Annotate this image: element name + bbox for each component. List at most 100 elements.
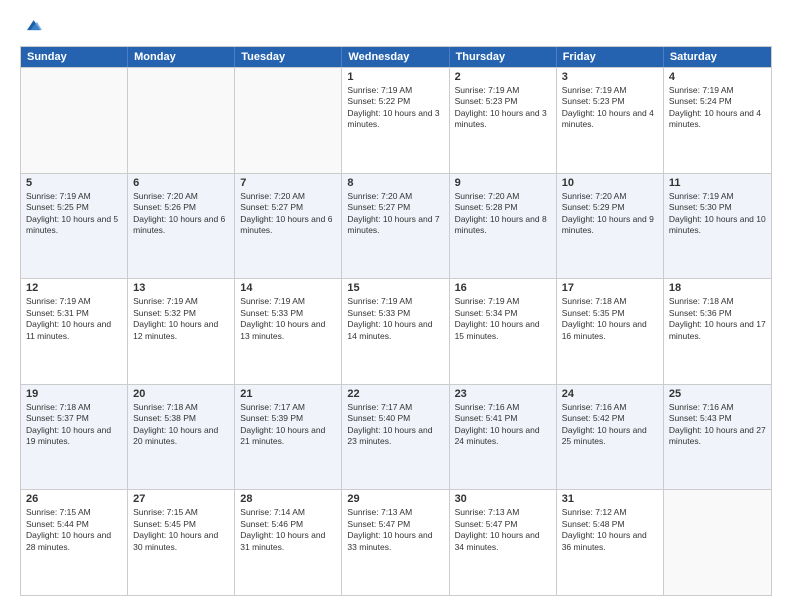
day-number: 5	[26, 177, 122, 189]
cell-info: Sunrise: 7:20 AM Sunset: 5:27 PM Dayligh…	[347, 191, 443, 237]
day-number: 9	[455, 177, 551, 189]
day-number: 22	[347, 388, 443, 400]
day-number: 31	[562, 493, 658, 505]
cell-info: Sunrise: 7:16 AM Sunset: 5:41 PM Dayligh…	[455, 402, 551, 448]
cell-info: Sunrise: 7:15 AM Sunset: 5:44 PM Dayligh…	[26, 507, 122, 553]
calendar-cell-3-0: 19 Sunrise: 7:18 AM Sunset: 5:37 PM Dayli…	[21, 385, 128, 490]
calendar-cell-1-2: 7 Sunrise: 7:20 AM Sunset: 5:27 PM Daylig…	[235, 174, 342, 279]
calendar-cell-4-4: 30Sunrise: 7:13 AM Sunset: 5:47 PM Dayli…	[450, 490, 557, 595]
cell-info: Sunrise: 7:14 AM Sunset: 5:46 PM Dayligh…	[240, 507, 336, 553]
calendar-cell-0-4: 2 Sunrise: 7:19 AM Sunset: 5:23 PM Daylig…	[450, 68, 557, 173]
calendar-cell-3-5: 24Sunrise: 7:16 AM Sunset: 5:42 PM Dayli…	[557, 385, 664, 490]
day-number: 25	[669, 388, 766, 400]
cell-info: Sunrise: 7:19 AM Sunset: 5:30 PM Dayligh…	[669, 191, 766, 237]
day-number: 29	[347, 493, 443, 505]
day-number: 28	[240, 493, 336, 505]
cell-info: Sunrise: 7:18 AM Sunset: 5:36 PM Dayligh…	[669, 296, 766, 342]
calendar-cell-4-3: 29 Sunrise: 7:13 AM Sunset: 5:47 PM Dayli…	[342, 490, 449, 595]
header	[20, 16, 772, 36]
logo	[20, 16, 42, 36]
calendar-cell-0-5: 3Sunrise: 7:19 AM Sunset: 5:23 PM Daylig…	[557, 68, 664, 173]
header-day-tuesday: Tuesday	[235, 47, 342, 67]
calendar-cell-1-4: 9 Sunrise: 7:20 AM Sunset: 5:28 PM Daylig…	[450, 174, 557, 279]
header-day-wednesday: Wednesday	[342, 47, 449, 67]
calendar-cell-1-1: 6Sunrise: 7:20 AM Sunset: 5:26 PM Daylig…	[128, 174, 235, 279]
calendar-cell-4-5: 31Sunrise: 7:12 AM Sunset: 5:48 PM Dayli…	[557, 490, 664, 595]
day-number: 18	[669, 282, 766, 294]
day-number: 16	[455, 282, 551, 294]
cell-info: Sunrise: 7:18 AM Sunset: 5:37 PM Dayligh…	[26, 402, 122, 448]
cell-info: Sunrise: 7:16 AM Sunset: 5:42 PM Dayligh…	[562, 402, 658, 448]
day-number: 17	[562, 282, 658, 294]
header-day-friday: Friday	[557, 47, 664, 67]
calendar-cell-2-5: 17 Sunrise: 7:18 AM Sunset: 5:35 PM Dayli…	[557, 279, 664, 384]
cell-info: Sunrise: 7:19 AM Sunset: 5:22 PM Dayligh…	[347, 85, 443, 131]
calendar-cell-0-0	[21, 68, 128, 173]
day-number: 14	[240, 282, 336, 294]
day-number: 3	[562, 71, 658, 83]
day-number: 23	[455, 388, 551, 400]
day-number: 30	[455, 493, 551, 505]
cell-info: Sunrise: 7:20 AM Sunset: 5:27 PM Dayligh…	[240, 191, 336, 237]
header-day-saturday: Saturday	[664, 47, 771, 67]
day-number: 20	[133, 388, 229, 400]
calendar-cell-0-1	[128, 68, 235, 173]
cell-info: Sunrise: 7:19 AM Sunset: 5:33 PM Dayligh…	[347, 296, 443, 342]
cell-info: Sunrise: 7:16 AM Sunset: 5:43 PM Dayligh…	[669, 402, 766, 448]
calendar-cell-4-0: 26 Sunrise: 7:15 AM Sunset: 5:44 PM Dayli…	[21, 490, 128, 595]
day-number: 7	[240, 177, 336, 189]
calendar-cell-2-3: 15 Sunrise: 7:19 AM Sunset: 5:33 PM Dayli…	[342, 279, 449, 384]
calendar-row-1: 5Sunrise: 7:19 AM Sunset: 5:25 PM Daylig…	[21, 173, 771, 279]
calendar: SundayMondayTuesdayWednesdayThursdayFrid…	[20, 46, 772, 596]
calendar-cell-3-4: 23 Sunrise: 7:16 AM Sunset: 5:41 PM Dayli…	[450, 385, 557, 490]
calendar-row-0: 1 Sunrise: 7:19 AM Sunset: 5:22 PM Daylig…	[21, 67, 771, 173]
day-number: 2	[455, 71, 551, 83]
calendar-cell-0-2	[235, 68, 342, 173]
calendar-cell-1-6: 11 Sunrise: 7:19 AM Sunset: 5:30 PM Dayli…	[664, 174, 771, 279]
calendar-cell-1-5: 10Sunrise: 7:20 AM Sunset: 5:29 PM Dayli…	[557, 174, 664, 279]
cell-info: Sunrise: 7:19 AM Sunset: 5:34 PM Dayligh…	[455, 296, 551, 342]
calendar-cell-0-3: 1 Sunrise: 7:19 AM Sunset: 5:22 PM Daylig…	[342, 68, 449, 173]
day-number: 10	[562, 177, 658, 189]
calendar-cell-2-1: 13Sunrise: 7:19 AM Sunset: 5:32 PM Dayli…	[128, 279, 235, 384]
day-number: 13	[133, 282, 229, 294]
day-number: 11	[669, 177, 766, 189]
calendar-cell-4-1: 27Sunrise: 7:15 AM Sunset: 5:45 PM Dayli…	[128, 490, 235, 595]
calendar-cell-4-6	[664, 490, 771, 595]
calendar-row-2: 12 Sunrise: 7:19 AM Sunset: 5:31 PM Dayli…	[21, 278, 771, 384]
calendar-cell-2-4: 16 Sunrise: 7:19 AM Sunset: 5:34 PM Dayli…	[450, 279, 557, 384]
cell-info: Sunrise: 7:19 AM Sunset: 5:31 PM Dayligh…	[26, 296, 122, 342]
day-number: 26	[26, 493, 122, 505]
cell-info: Sunrise: 7:20 AM Sunset: 5:28 PM Dayligh…	[455, 191, 551, 237]
cell-info: Sunrise: 7:13 AM Sunset: 5:47 PM Dayligh…	[347, 507, 443, 553]
day-number: 1	[347, 71, 443, 83]
day-number: 19	[26, 388, 122, 400]
calendar-cell-3-6: 25 Sunrise: 7:16 AM Sunset: 5:43 PM Dayli…	[664, 385, 771, 490]
cell-info: Sunrise: 7:19 AM Sunset: 5:24 PM Dayligh…	[669, 85, 766, 131]
calendar-cell-1-0: 5Sunrise: 7:19 AM Sunset: 5:25 PM Daylig…	[21, 174, 128, 279]
day-number: 4	[669, 71, 766, 83]
day-number: 15	[347, 282, 443, 294]
calendar-cell-3-1: 20 Sunrise: 7:18 AM Sunset: 5:38 PM Dayli…	[128, 385, 235, 490]
calendar-body: 1 Sunrise: 7:19 AM Sunset: 5:22 PM Daylig…	[21, 67, 771, 595]
cell-info: Sunrise: 7:18 AM Sunset: 5:35 PM Dayligh…	[562, 296, 658, 342]
logo-icon	[22, 16, 42, 36]
day-number: 6	[133, 177, 229, 189]
calendar-row-3: 19 Sunrise: 7:18 AM Sunset: 5:37 PM Dayli…	[21, 384, 771, 490]
calendar-cell-2-6: 18 Sunrise: 7:18 AM Sunset: 5:36 PM Dayli…	[664, 279, 771, 384]
calendar-cell-2-0: 12 Sunrise: 7:19 AM Sunset: 5:31 PM Dayli…	[21, 279, 128, 384]
cell-info: Sunrise: 7:17 AM Sunset: 5:40 PM Dayligh…	[347, 402, 443, 448]
calendar-row-4: 26 Sunrise: 7:15 AM Sunset: 5:44 PM Dayli…	[21, 489, 771, 595]
cell-info: Sunrise: 7:17 AM Sunset: 5:39 PM Dayligh…	[240, 402, 336, 448]
calendar-cell-1-3: 8 Sunrise: 7:20 AM Sunset: 5:27 PM Daylig…	[342, 174, 449, 279]
page: SundayMondayTuesdayWednesdayThursdayFrid…	[0, 0, 792, 612]
day-number: 21	[240, 388, 336, 400]
day-number: 8	[347, 177, 443, 189]
header-day-thursday: Thursday	[450, 47, 557, 67]
cell-info: Sunrise: 7:19 AM Sunset: 5:23 PM Dayligh…	[455, 85, 551, 131]
calendar-cell-3-3: 22 Sunrise: 7:17 AM Sunset: 5:40 PM Dayli…	[342, 385, 449, 490]
calendar-cell-2-2: 14Sunrise: 7:19 AM Sunset: 5:33 PM Dayli…	[235, 279, 342, 384]
cell-info: Sunrise: 7:18 AM Sunset: 5:38 PM Dayligh…	[133, 402, 229, 448]
day-number: 12	[26, 282, 122, 294]
cell-info: Sunrise: 7:15 AM Sunset: 5:45 PM Dayligh…	[133, 507, 229, 553]
